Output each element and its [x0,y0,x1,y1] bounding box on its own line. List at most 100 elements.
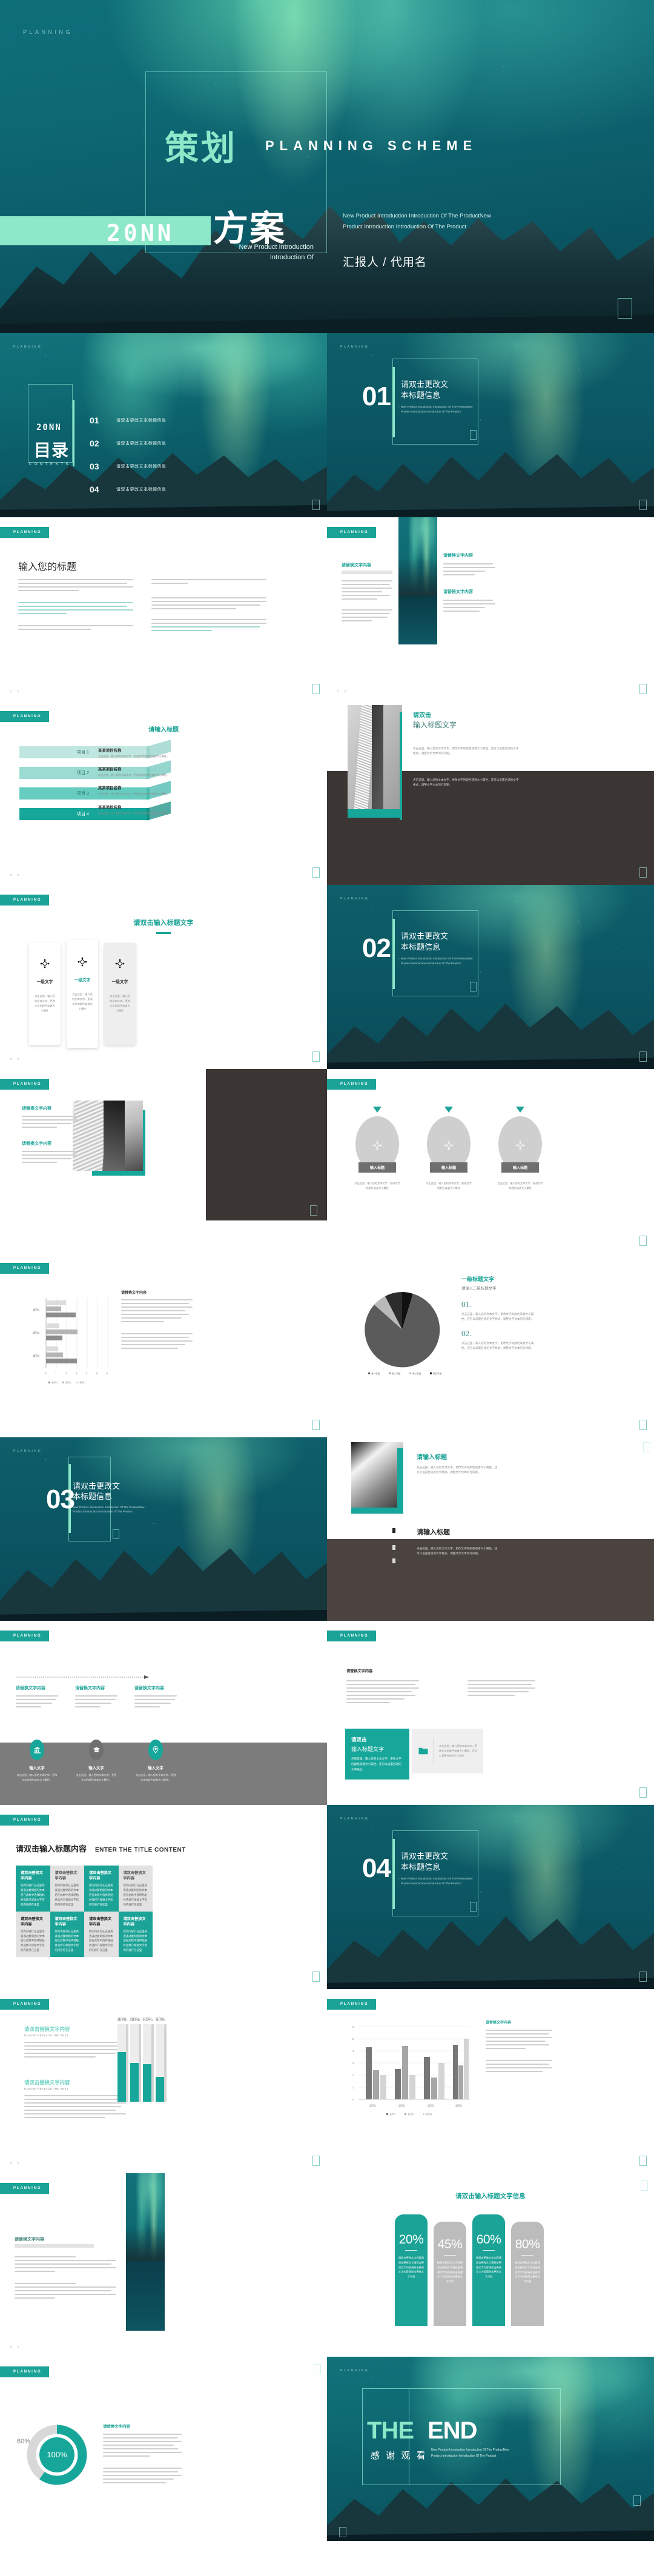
grid-cell[interactable]: 请双击替换文字内容 您的内容打在这里或者通过复制您的文本后在此框中选择粘贴并选择… [84,1911,119,1958]
item-desc: 点击这里，输入您的文本文字，更改文字的颜色或者大小属性。 [98,773,170,776]
percent-column[interactable]: 20% 微双击更改文字内容请双击更改文字请双击更改文字内容请双击更改文字内容请双… [395,2214,428,2326]
slide-text-intro[interactable]: PLANNING 输入您的标题 < > 点击这里，输入您的文本文字，更改文字的颜… [0,517,327,701]
page-nav[interactable]: < > [337,690,348,694]
accent-bar-right [143,1110,145,1173]
list-item[interactable]: 03 请双击更改文本标题信息 [90,462,167,471]
card-label: 一级文字 [74,978,91,983]
list-item[interactable]: 02 请双击更改文本标题信息 [90,439,167,448]
grid-cell[interactable]: 请双击替换文字内容 您的内容打在这里或者通过复制您的文本后在此框中选择粘贴并选择… [84,1866,119,1912]
slide-teal-box[interactable]: PLANNING 请替换文字内容 请双击 输入标题文字 点击这里，输入您的文本文… [327,1621,654,1805]
accent-bar-bottom [92,1171,145,1176]
end-thanks-cn: 感 谢 观 看 [371,2451,428,2462]
ellipse-item[interactable]: 输入标题 点击这里，输入您的文本文字，更改文字的颜色或者大小属性 [497,1107,544,1191]
feature-card[interactable]: 一级文字 点击这里，输入您的文本文字，更改文字的颜色或者大小属性 [29,943,61,1045]
page-subtitle: 请输入二级标题文字 [461,1286,497,1291]
cell-heading: 请双击替换文字内容 [54,1916,78,1927]
cell-text: 您的内容打在这里或者通过复制您的文本后在此框中选择粘贴并选择只保留文字您的内容打… [21,1929,45,1952]
svg-text:1: 1 [352,2086,354,2089]
grid-cell[interactable]: 请双击替换文字内容 您的内容打在这里或者通过复制您的文本后在此框中选择粘贴并选择… [16,1866,50,1912]
page-nav[interactable]: < > [10,2345,21,2349]
content-grid[interactable]: 请双击替换文字内容 您的内容打在这里或者通过复制您的文本后在此框中选择粘贴并选择… [16,1866,153,1958]
point-number: 02. [461,1329,472,1339]
side-box[interactable]: 点击这里，输入您的文本文字，更改文字的颜色或者大小属性。还可以设置合适的文字格式 [412,1729,483,1774]
page-nav[interactable]: < > [10,873,21,878]
svg-text:3: 3 [352,2062,354,2065]
diamond-dots-icon [40,959,50,968]
icon-label: 输入文字 [148,1766,164,1771]
svg-text:4: 4 [352,2050,354,2053]
page-nav[interactable]: < > [10,2162,21,2166]
slide-aurora-text[interactable]: PLANNING 请替换文字内容 < > 根据您所需的内容输入您想要的文本内容并… [0,2173,327,2357]
grid-cell[interactable]: 请双击替换文字内容 您的内容打在这里或者通过复制您的文本后在此框中选择粘贴并选择… [50,1911,84,1958]
page-nav[interactable]: < > [10,1058,21,1062]
slide-three-cards[interactable]: PLANNING 请双击输入标题文字 一级文字 点击这里，输入您的文本文字，更改… [0,885,327,1069]
page-nav[interactable]: < > [10,690,21,694]
slide-contents[interactable]: PLANNING 20NN 目录 CONTENTS 01 请双击更改文本标题信息… [0,333,327,517]
teal-box[interactable]: 请双击 输入标题文字 点击这里，输入您的文本文字，更改文字的颜色或者大小属性。还… [345,1729,409,1780]
item-name: 某某项目名称 [98,767,122,772]
slide-photo-dark[interactable]: 请双击 输入标题文字 点击这里，输入您的文本文字，更改文字的颜色或者大小属性，还… [327,701,654,886]
feature-card[interactable]: 一级文字 点击这里，输入您的文本文字，更改文字的颜色或者大小属性 [104,943,136,1045]
slide-item-list[interactable]: PLANNING 请输入标题 项目 1 项目 2 项目 3 项目 4 某某项目名… [0,701,327,886]
contents-item-label: 请双击更改文本标题信息 [116,419,167,423]
ellipse-item[interactable]: 输入标题 点击这里，输入您的文本文字，更改文字的颜色或者大小属性 [425,1107,472,1191]
svg-text:类别3: 类别3 [33,1354,40,1358]
ellipse-desc: 点击这里，输入您的文本文字，更改文字的颜色或者大小属性 [426,1182,472,1190]
slide-percent[interactable]: 请双击输入标题文字信息 20% 微双击更改文字内容请双击更改文字请双击更改文字内… [327,2173,654,2357]
slide-column-chart[interactable]: PLANNING 6 5 4 3 2 1 0 类别1 类别2 类别3 类别4 系… [327,1988,654,2173]
ellipse-item[interactable]: 输入标题 点击这里，输入您的文本文字，更改文字的颜色或者大小属性 [354,1107,401,1191]
percent-column[interactable]: 60% 微双击更改文字内容请双击更改文字请双击更改文字内容请双击更改文字内容请双… [472,2214,505,2326]
ellipse-row[interactable]: 输入标题 点击这里，输入您的文本文字，更改文字的颜色或者大小属性 输入标题 点击… [354,1107,544,1191]
grid-cell[interactable]: 请双击替换文字内容 您的内容打在这里或者通过复制您的文本后在此框中选择粘贴并选择… [50,1866,84,1912]
slide-photo-list[interactable]: 请输入标题 点击这里，输入您的文本文字，更改文字的颜色或者大小属性，还可以设置合… [327,1437,654,1621]
section-description: New Product Introduction Introduction Of… [401,405,473,413]
contents-item-number: 03 [90,462,99,471]
planning-label: PLANNING [13,1449,42,1453]
grid-cell[interactable]: 请双击替换文字内容 您的内容打在这里或者通过复制您的文本后在此框中选择粘贴并选择… [118,1866,153,1912]
aurora-photo-strip [126,2173,165,2331]
grid-cell[interactable]: 请双击替换文字内容 您的内容打在这里或者通过复制您的文本后在此框中选择粘贴并选择… [118,1911,153,1958]
percent-column[interactable]: 45% 微双击更改文字内容请双击更改文字请双击更改文字内容请双击更改文字内容请双… [434,2221,466,2326]
slide-image-text[interactable]: PLANNING 请替换文字内容 请替换文字内容 请双击更改文字内容请双击更改文… [0,1069,327,1253]
slide-section-01[interactable]: PLANNING 01 请双击更改文 本标题信息 New Product Int… [327,333,654,517]
page-title-cn: 请双击输入标题内容 [16,1844,87,1853]
accent-bar [397,1448,403,1512]
list-item[interactable]: 01 请双击更改文本标题信息 [90,416,167,425]
box-title-small: 请双击 [351,1737,367,1743]
list-item[interactable]: 04 请双击更改文本标题信息 [90,485,167,494]
slide-bar-chart[interactable]: PLANNING 类别1 类别2 类别3 0 1 2 3 4 5 6 系列3 系… [0,1253,327,1437]
slide-three-ellipse[interactable]: PLANNING 输入标题 点击这里，输入您的文本文字，更改文字的颜色或者大小属… [327,1069,654,1253]
slide-donut[interactable]: PLANNING 100% 60% 100% 请替换文字内容 [0,2357,327,2541]
feature-card[interactable]: 一级文字 点击这里，输入您的文本文字，更改文字的颜色或者大小属性 [67,940,98,1048]
slide-timeline[interactable]: PLANNING 请替换文字内容 请替换文字内容 请替换文字内容 输入文字 点击… [0,1621,327,1805]
page-title: 一级标题文字 [461,1276,495,1282]
divider [521,2254,533,2256]
body-column-left [346,1678,419,1706]
page-title-en: ENTER THE TITLE CONTENT [95,1847,186,1853]
corner-mark-icon [639,1419,647,1430]
slide-section-03[interactable]: PLANNING 03 请双击更改文 本标题信息 New Product Int… [0,1437,327,1621]
svg-text:6: 6 [107,1372,108,1375]
corner-mark-icon [314,2364,321,2375]
cards-row[interactable]: 一级文字 点击这里，输入您的文本文字，更改文字的颜色或者大小属性 一级文字 点击… [29,940,136,1048]
heading: 请替换文字内容 [22,1142,51,1146]
slide-pie-chart[interactable]: 第一季度 第二季度 第三季度 第四季度 一级标题文字 请输入二级标题文字 01.… [327,1253,654,1437]
title-row: 请双击输入标题内容 ENTER THE TITLE CONTENT [16,1843,186,1854]
percent-column[interactable]: 80% 微双击更改文字内容请双击更改文字请双击更改文字内容请双击更改文字内容请双… [511,2221,544,2326]
slide-section-04[interactable]: PLANNING 04 请双击更改文 本标题信息 New Product Int… [327,1805,654,1989]
percent-columns[interactable]: 20% 微双击更改文字内容请双击更改文字请双击更改文字内容请双击更改文字内容请双… [395,2214,544,2326]
body-paragraph-2: 点击这里，输入您的文本文字，更改文字的颜色或者大小属性，还可以设置合适的文字格式… [413,778,519,786]
slide-thermometer[interactable]: PLANNING 请双击替换文字内容 PLEASE REPLACE THE TE… [0,1988,327,2173]
pie-text-block: 一级标题文字 请输入二级标题文字 01. 点击这里，输入您的文本文字，更改文字的… [461,1275,534,1351]
slide-two-column[interactable]: PLANNING 请替换文字内容 请替换文字内容 请替换文字内容 < > [327,517,654,701]
slide-cover[interactable]: PLANNING 20NN 策划 PLANNING SCHEME 方案 New … [0,0,654,333]
item-detail: 某某项目名称 点击这里，输入您的文本文字，更改文字的颜色或者大小属性。 [98,804,177,815]
slide-end[interactable]: PLANNING THE END 感 谢 观 看 New Product Int… [327,2357,654,2541]
slide-grid[interactable]: PLANNING 请双击输入标题内容 ENTER THE TITLE CONTE… [0,1805,327,1989]
contents-list[interactable]: 01 请双击更改文本标题信息 02 请双击更改文本标题信息 03 请双击更改文本… [90,416,167,494]
text-block: 请替换文字内容 [15,2236,116,2301]
right-column-top: 请替换文字内容 [443,552,495,578]
slide-section-02[interactable]: PLANNING 02 请双击更改文 本标题信息 New Product Int… [327,885,654,1069]
grid-cell[interactable]: 请双击替换文字内容 您的内容打在这里或者通过复制您的文本后在此框中选择粘贴并选择… [16,1911,50,1958]
card-desc: 点击这里，输入您的文本文字，更改文字的颜色或者大小属性 [110,995,130,1013]
